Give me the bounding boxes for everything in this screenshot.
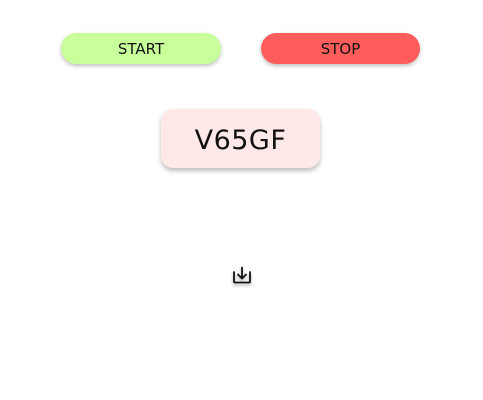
stop-button[interactable]: STOP <box>261 33 420 64</box>
download-icon[interactable] <box>231 265 253 285</box>
code-display: V65GF <box>161 109 320 168</box>
start-button[interactable]: START <box>61 33 221 64</box>
